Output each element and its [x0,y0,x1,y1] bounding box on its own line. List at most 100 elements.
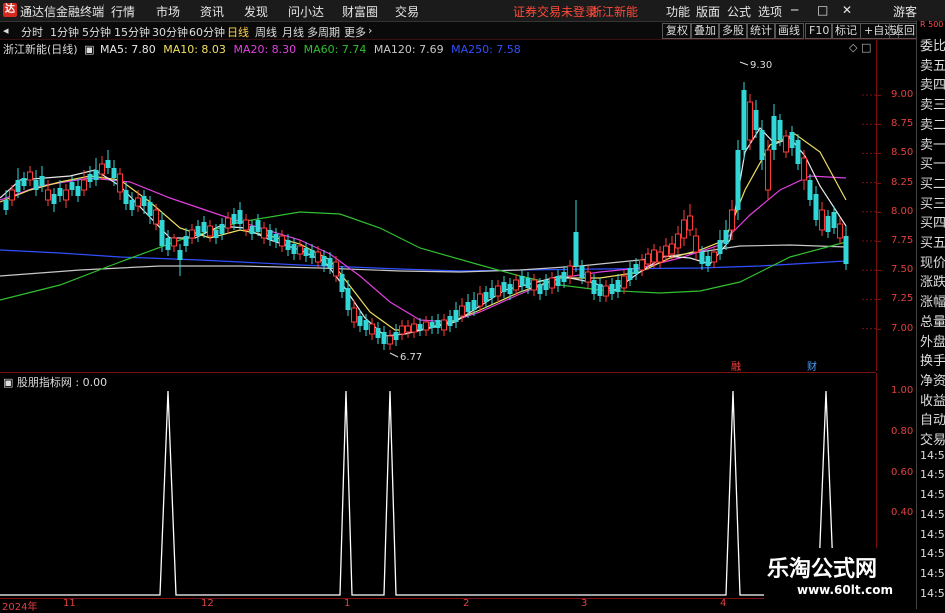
candle-body [489,288,495,298]
indicator-toggle-icon[interactable]: ▣ [3,376,13,389]
title-separator [103,4,104,17]
candle-body [639,259,645,271]
candle-body [777,120,783,140]
tongji-button[interactable]: 统计 [746,23,776,39]
period-fenshi[interactable]: 分时 [21,24,43,40]
candle-body [201,222,207,232]
candle-body [627,268,633,280]
period-15min[interactable]: 15分钟 [114,24,150,40]
quote-panel-item[interactable]: 14:56 [920,449,945,462]
quote-panel-item[interactable]: 14:56 [920,587,945,600]
period-5min[interactable]: 5分钟 [82,24,111,40]
candle-body [57,188,63,196]
quote-panel-item[interactable]: 卖三 [920,94,945,113]
quote-panel-item[interactable]: 14:56 [920,488,945,501]
quote-panel-item[interactable]: 总量 [920,311,945,330]
period-monthly[interactable]: 月线 [282,24,304,40]
menu-hangqing[interactable]: 行情 [111,3,135,20]
quote-panel-item[interactable]: 买二 [920,173,945,192]
menu-xuanxiang[interactable]: 选项 [758,3,782,20]
menu-shichang[interactable]: 市场 [156,3,180,20]
quote-panel-item[interactable]: 收益 [920,390,945,409]
price-tick [877,124,881,126]
quote-panel-item[interactable]: 卖一 [920,134,945,153]
guest-label[interactable]: 游客 [893,3,917,20]
chart-settings-icon[interactable]: ◇ □ [849,41,871,54]
biaoji-button[interactable]: 标记 [831,23,861,39]
menu-wenxiaoda[interactable]: 问小达 [288,3,324,20]
ma5-legend: MA5: 7.80 [100,43,156,56]
candle-body [9,189,15,201]
quote-panel-item[interactable]: 外盘 [920,331,945,350]
quote-panel-item[interactable]: 净资 [920,370,945,389]
quote-panel-item[interactable]: 卖二 [920,114,945,133]
period-weekly[interactable]: 周线 [255,24,277,40]
menu-zixun[interactable]: 资讯 [200,3,224,20]
maximize-icon[interactable]: □ [817,3,828,17]
candle-body [3,200,9,210]
candle-body [759,130,765,160]
period-more[interactable]: 更多 [344,24,366,40]
quote-panel-item[interactable]: 委比 [920,35,945,54]
minimize-icon[interactable]: ─ [791,3,798,17]
candle-body [135,197,141,207]
quote-panel-item[interactable]: 14:56 [920,547,945,560]
period-multi[interactable]: 多周期 [307,24,340,40]
candle-body [663,245,669,257]
menu-jiaoyi[interactable]: 交易 [395,3,419,20]
f10-button[interactable]: F10 [805,23,834,39]
caibao-badge[interactable]: 财 [807,360,817,371]
period-daily[interactable]: 日线 [227,24,249,40]
candle-body [573,232,579,266]
indicator-chart[interactable] [0,373,876,598]
quote-panel-item[interactable]: 14:56 [920,508,945,521]
quote-panel-item[interactable]: 卖四 [920,74,945,93]
quote-panel-item[interactable]: 14:56 [920,468,945,481]
candle-body [699,252,705,264]
quote-panel-item[interactable]: 换手 [920,350,945,369]
quote-panel-item[interactable]: 涨幅 [920,291,945,310]
menu-banmian[interactable]: 版面 [696,3,720,20]
menu-gongneng[interactable]: 功能 [666,3,690,20]
quote-panel-item[interactable]: 现价 [920,252,945,271]
candle-body [513,279,519,291]
period-30min[interactable]: 30分钟 [152,24,188,40]
diejia-button[interactable]: 叠加 [690,23,720,39]
toolbar-left-arrow-icon[interactable]: ◂ [3,24,9,37]
quote-panel-item[interactable]: 自动 [920,409,945,428]
menu-caifuquan[interactable]: 财富圈 [342,3,378,20]
menu-faxian[interactable]: 发现 [244,3,268,20]
close-icon[interactable]: ✕ [842,3,852,17]
quote-panel-item[interactable]: 交易 [920,429,945,448]
candle-body [297,245,303,255]
quote-panel-item[interactable]: 卖五 [920,55,945,74]
duogu-button[interactable]: 多股 [718,23,748,39]
candle-body [801,157,807,181]
menu-gongshi[interactable]: 公式 [727,3,751,20]
quote-panel-item[interactable]: 14:56 [920,528,945,541]
candle-body [843,236,849,264]
period-1min[interactable]: 1分钟 [50,24,79,40]
candle-body [543,280,549,290]
quote-panel-item[interactable]: 涨跌 [920,271,945,290]
huaxian-button[interactable]: 画线 [774,23,804,39]
period-60min[interactable]: 60分钟 [189,24,225,40]
rongzi-badge[interactable]: 融 [731,361,741,371]
candle-body [291,244,297,254]
quote-panel-item[interactable]: 买一 [920,153,945,172]
broker-status[interactable]: 证券交易未登录 [513,3,597,20]
quote-panel-item[interactable]: 14:56 [920,567,945,580]
fuquan-button[interactable]: 复权 [662,23,692,39]
quote-panel-item[interactable]: 买四 [920,212,945,231]
legend-toggle-icon[interactable]: ▣ [84,43,94,56]
back-button[interactable]: 返回 [889,23,919,39]
price-tick-label: 8.25 [891,176,914,188]
ma60-legend: MA60: 7.74 [303,43,367,56]
candle-body [27,171,33,181]
kline-chart[interactable]: 9.30 6.77 融 财 [0,40,876,371]
quote-panel-item[interactable]: 买三 [920,193,945,212]
candle-body [813,194,819,220]
quote-panel-item[interactable]: 买五 [920,232,945,251]
candle-body [81,179,87,191]
more-arrow-icon[interactable]: › [368,24,372,37]
